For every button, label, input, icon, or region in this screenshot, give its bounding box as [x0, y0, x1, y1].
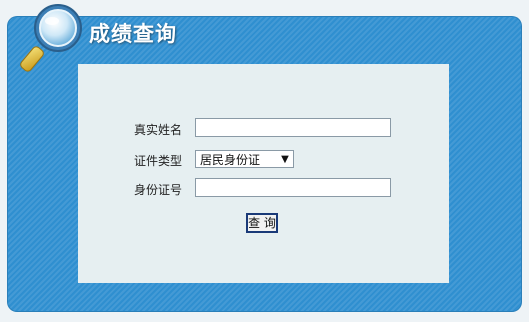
page: 成绩查询 真实姓名 证件类型 居民身份证 ▼ 身份证号 查 询	[0, 0, 529, 322]
id-type-select[interactable]: 居民身份证 ▼	[195, 150, 294, 168]
page-title: 成绩查询	[89, 22, 177, 46]
id-number-input[interactable]	[195, 178, 391, 197]
form-container	[78, 64, 449, 283]
id-number-label: 身份证号	[133, 183, 182, 197]
chevron-down-icon: ▼	[281, 153, 289, 165]
id-type-selected: 居民身份证	[200, 152, 261, 167]
name-input[interactable]	[195, 118, 391, 137]
name-label: 真实姓名	[133, 123, 182, 137]
query-button[interactable]: 查 询	[246, 213, 278, 233]
id-type-label: 证件类型	[133, 154, 182, 168]
magnifier-icon	[20, 4, 82, 72]
